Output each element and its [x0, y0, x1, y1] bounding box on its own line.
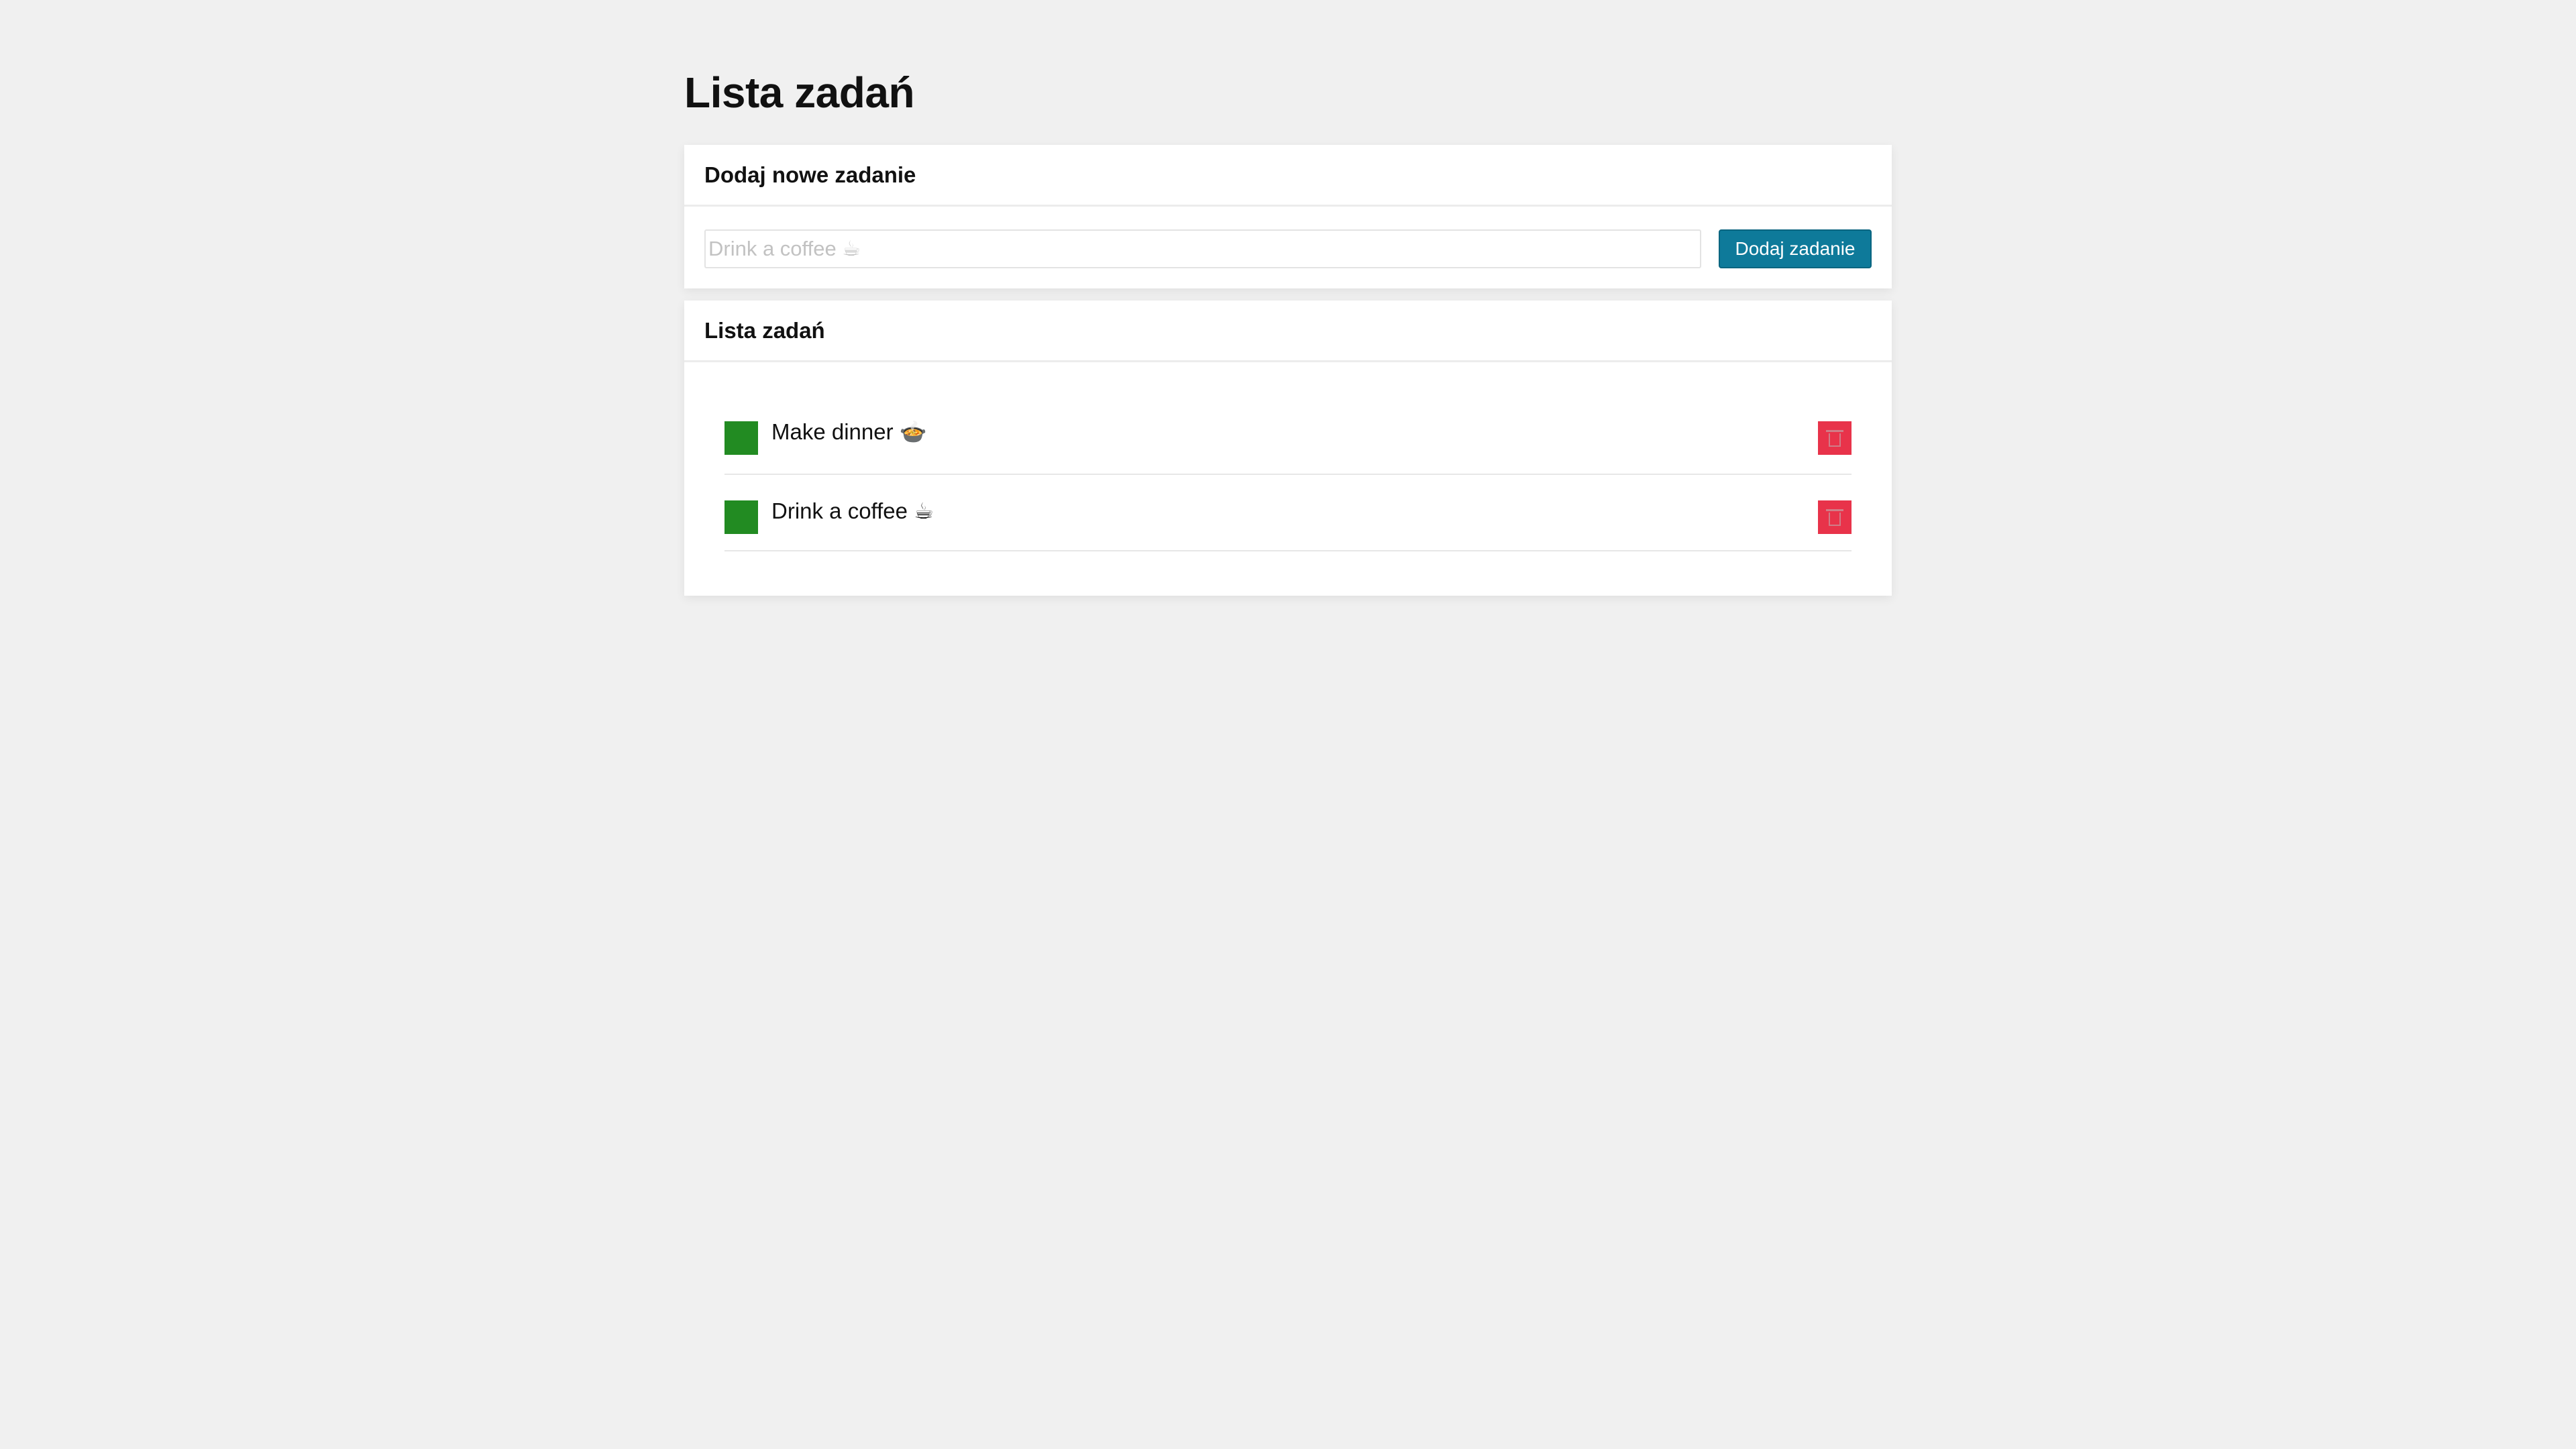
task-label: Make dinner 🍲: [771, 419, 927, 444]
task-checkbox[interactable]: [724, 421, 758, 455]
task-list-heading: Lista zadań: [684, 301, 1892, 362]
trash-icon: [1826, 508, 1843, 527]
list-item: Drink a coffee ☕: [724, 475, 1851, 551]
delete-task-button[interactable]: [1818, 421, 1851, 455]
delete-task-button[interactable]: [1818, 500, 1851, 534]
task-checkbox[interactable]: [724, 500, 758, 534]
task-input[interactable]: [704, 229, 1701, 268]
task-list: Make dinner 🍲 Drink a coffee ☕: [724, 400, 1851, 551]
add-task-heading: Dodaj nowe zadanie: [684, 145, 1892, 207]
list-item: Make dinner 🍲: [724, 400, 1851, 475]
app-container: Lista zadań Dodaj nowe zadanie Dodaj zad…: [684, 64, 1892, 596]
trash-icon: [1826, 429, 1843, 447]
page-title: Lista zadań: [684, 68, 915, 117]
task-list-panel: Lista zadań Make dinner 🍲 Drink a coffee…: [684, 301, 1892, 596]
add-task-button[interactable]: Dodaj zadanie: [1719, 229, 1872, 268]
add-task-form: Dodaj zadanie: [704, 229, 1872, 270]
add-task-panel: Dodaj nowe zadanie Dodaj zadanie: [684, 145, 1892, 288]
task-label: Drink a coffee ☕: [771, 498, 934, 523]
